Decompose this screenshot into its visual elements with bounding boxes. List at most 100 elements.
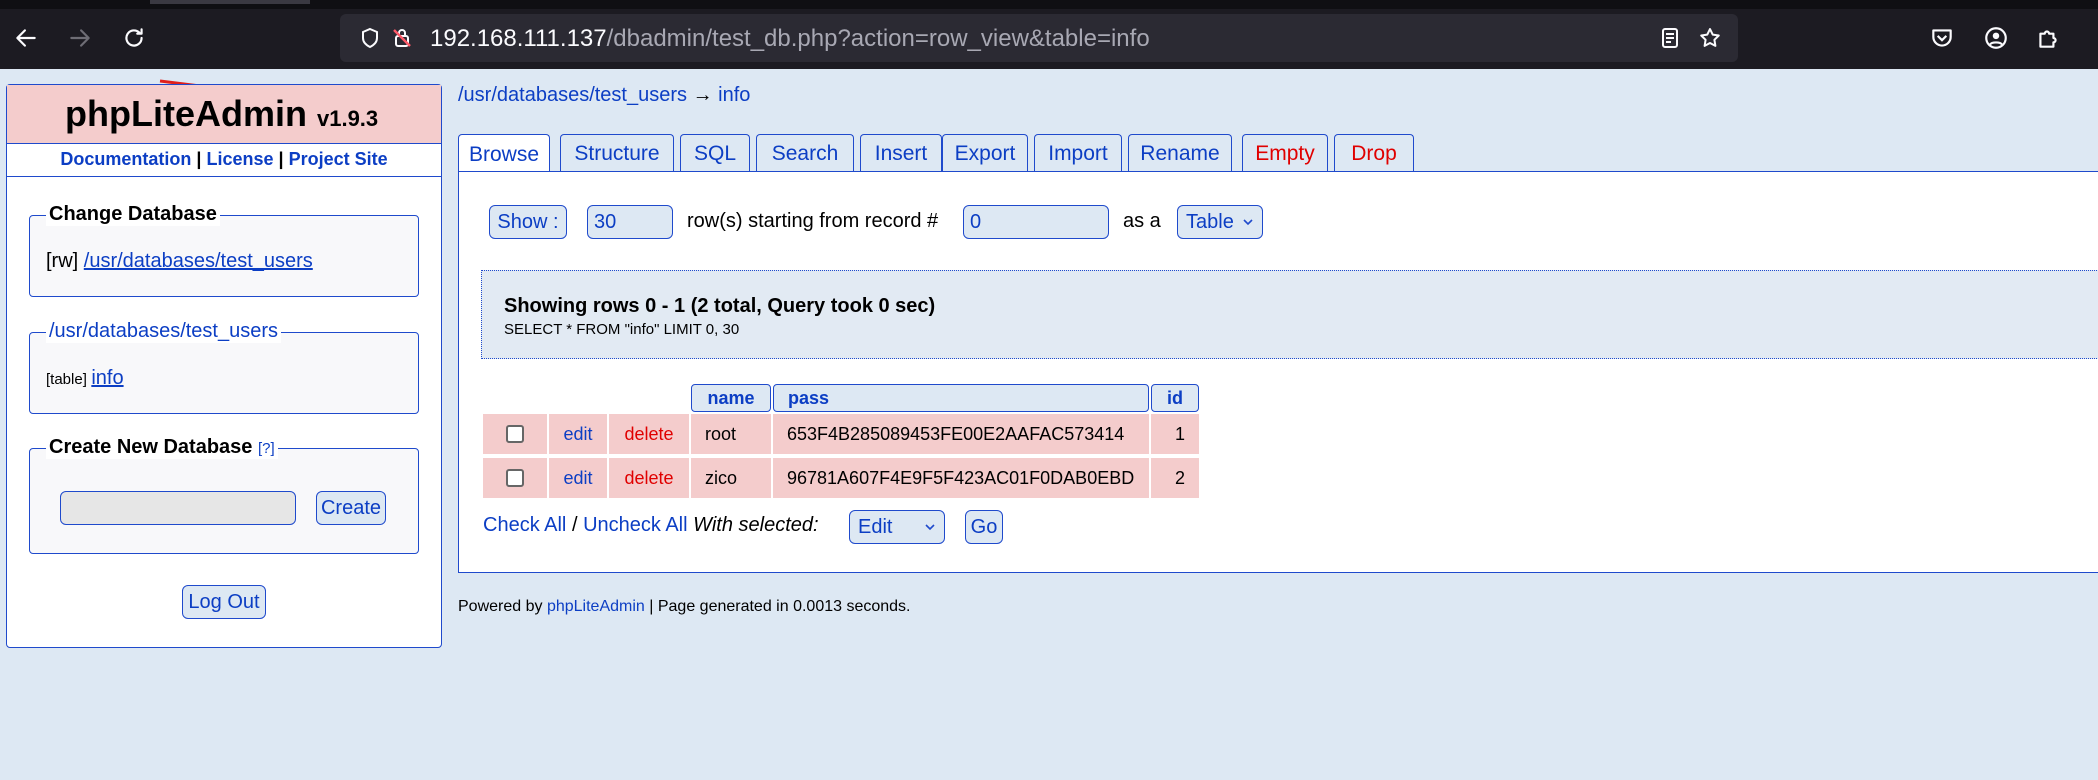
- forward-button[interactable]: [62, 20, 98, 56]
- uncheck-all-link[interactable]: Uncheck All: [583, 514, 688, 536]
- license-link[interactable]: License: [206, 149, 273, 169]
- go-button[interactable]: Go: [965, 510, 1003, 544]
- cell-name: root: [691, 414, 771, 454]
- change-database-panel: Change Database [rw] /usr/databases/test…: [29, 203, 419, 297]
- browse-panel: Show : 30 row(s) starting from record # …: [458, 171, 2098, 573]
- table-row: edit delete root 653F4B285089453FE00E2AA…: [483, 414, 1199, 454]
- delete-link[interactable]: delete: [609, 414, 689, 454]
- reload-button[interactable]: [116, 20, 152, 56]
- project-site-link[interactable]: Project Site: [289, 149, 388, 169]
- arrow-right-icon: [70, 29, 90, 47]
- chevron-down-icon: [925, 524, 935, 531]
- rows-label: row(s) starting from record #: [687, 210, 939, 232]
- pocket-icon: [1932, 29, 1952, 47]
- view-type-select[interactable]: Table: [1177, 205, 1263, 239]
- tab-search[interactable]: Search: [756, 134, 854, 172]
- create-database-panel: Create New Database [?] Create: [29, 436, 419, 554]
- active-tab[interactable]: [150, 0, 310, 4]
- view-type-value: Table: [1186, 210, 1234, 233]
- row-checkbox[interactable]: [506, 425, 524, 443]
- footer: Powered by phpLiteAdmin | Page generated…: [458, 598, 911, 616]
- browser-toolbar: 192.168.111.137/dbadmin/test_db.php?acti…: [0, 0, 2098, 69]
- tab-browse[interactable]: Browse: [458, 134, 550, 174]
- sidebar-links: Documentation | License | Project Site: [7, 143, 441, 177]
- table-type: [table]: [46, 371, 87, 388]
- reader-view-icon[interactable]: [1658, 26, 1682, 50]
- link-separator: |: [278, 149, 284, 169]
- pocket-button[interactable]: [1924, 20, 1960, 56]
- url-host: 192.168.111.137: [430, 25, 607, 52]
- bulk-action-value: Edit: [858, 515, 893, 538]
- account-button[interactable]: [1978, 20, 2014, 56]
- tab-import[interactable]: Import: [1034, 134, 1122, 172]
- url-text[interactable]: 192.168.111.137/dbadmin/test_db.php?acti…: [430, 25, 1150, 53]
- check-all-link[interactable]: Check All: [483, 514, 566, 536]
- create-database-legend: Create New Database [?]: [46, 436, 278, 459]
- column-header-name[interactable]: name: [691, 384, 771, 412]
- sidebar: phpLiteAdmin v1.9.3 Documentation | Lice…: [6, 84, 442, 648]
- db-permission: [rw]: [46, 250, 79, 272]
- tab-empty[interactable]: Empty: [1242, 134, 1328, 172]
- breadcrumb: /usr/databases/test_users → info: [458, 84, 750, 107]
- create-button[interactable]: Create: [316, 491, 386, 525]
- table-row: edit delete zico 96781A607F4E9F5F423AC01…: [483, 458, 1199, 498]
- tab-structure[interactable]: Structure: [560, 134, 674, 172]
- logo-header: phpLiteAdmin v1.9.3: [7, 85, 441, 144]
- as-label: as a: [1123, 210, 1161, 232]
- breadcrumb-database[interactable]: /usr/databases/test_users: [458, 84, 687, 106]
- cell-pass: 653F4B285089453FE00E2AAFAC573414: [773, 414, 1149, 454]
- logout-button[interactable]: Log Out: [182, 585, 266, 619]
- column-header-pass[interactable]: pass: [773, 384, 1149, 412]
- query-sql: SELECT * FROM "info" LIMIT 0, 30: [504, 321, 740, 338]
- table-link-info[interactable]: info: [91, 367, 123, 389]
- tab-insert[interactable]: Insert: [860, 134, 942, 172]
- delete-link[interactable]: delete: [609, 458, 689, 498]
- footer-generated-time: | Page generated in 0.0013 seconds.: [649, 598, 911, 615]
- edit-link[interactable]: edit: [549, 414, 607, 454]
- insecure-lock-icon: [393, 29, 411, 47]
- bulk-separator: /: [571, 514, 578, 536]
- back-button[interactable]: [8, 20, 44, 56]
- database-link[interactable]: /usr/databases/test_users: [84, 250, 313, 272]
- bulk-actions: Check All / Uncheck All With selected:: [483, 514, 819, 537]
- edit-link[interactable]: edit: [549, 458, 607, 498]
- cell-pass: 96781A607F4E9F5F423AC01F0DAB0EBD: [773, 458, 1149, 498]
- database-tables-panel: /usr/databases/test_users [table] info: [29, 320, 419, 414]
- extensions-button[interactable]: [2030, 20, 2066, 56]
- puzzle-icon: [2039, 30, 2057, 48]
- change-database-legend: Change Database: [46, 203, 220, 226]
- start-record-input[interactable]: 0: [963, 205, 1109, 239]
- with-selected-label: With selected:: [693, 514, 819, 536]
- tab-rename[interactable]: Rename: [1128, 134, 1232, 172]
- change-database-row: [rw] /usr/databases/test_users: [46, 250, 313, 273]
- cell-name: zico: [691, 458, 771, 498]
- query-summary: Showing rows 0 - 1 (2 total, Query took …: [504, 295, 936, 317]
- link-separator: |: [196, 149, 202, 169]
- bulk-action-select[interactable]: Edit: [849, 510, 945, 544]
- help-link[interactable]: [?]: [258, 440, 275, 457]
- footer-powered-by: Powered by: [458, 598, 543, 615]
- bookmark-star-icon[interactable]: [1698, 26, 1722, 50]
- address-bar[interactable]: 192.168.111.137/dbadmin/test_db.php?acti…: [340, 14, 1738, 62]
- account-icon: [1985, 27, 2007, 49]
- table-list-item: [table] info: [46, 367, 124, 390]
- tab-drop[interactable]: Drop: [1334, 134, 1414, 172]
- query-result-box: Showing rows 0 - 1 (2 total, Query took …: [481, 270, 2098, 359]
- arrow-left-icon: [16, 29, 36, 47]
- new-database-input[interactable]: [60, 491, 296, 525]
- show-button[interactable]: Show :: [489, 205, 567, 239]
- chevron-down-icon: [1243, 219, 1253, 226]
- create-database-title: Create New Database: [49, 436, 253, 458]
- breadcrumb-table[interactable]: info: [718, 84, 750, 106]
- cell-id: 2: [1151, 458, 1199, 498]
- reload-icon: [125, 28, 143, 47]
- column-header-id[interactable]: id: [1151, 384, 1199, 412]
- footer-phpliteadmin-link[interactable]: phpLiteAdmin: [547, 598, 645, 615]
- row-select-cell: [483, 458, 547, 498]
- documentation-link[interactable]: Documentation: [60, 149, 191, 169]
- rows-count-input[interactable]: 30: [587, 205, 673, 239]
- shield-icon: [362, 27, 378, 49]
- tab-sql[interactable]: SQL: [680, 134, 750, 172]
- row-checkbox[interactable]: [506, 469, 524, 487]
- tab-export[interactable]: Export: [942, 134, 1028, 172]
